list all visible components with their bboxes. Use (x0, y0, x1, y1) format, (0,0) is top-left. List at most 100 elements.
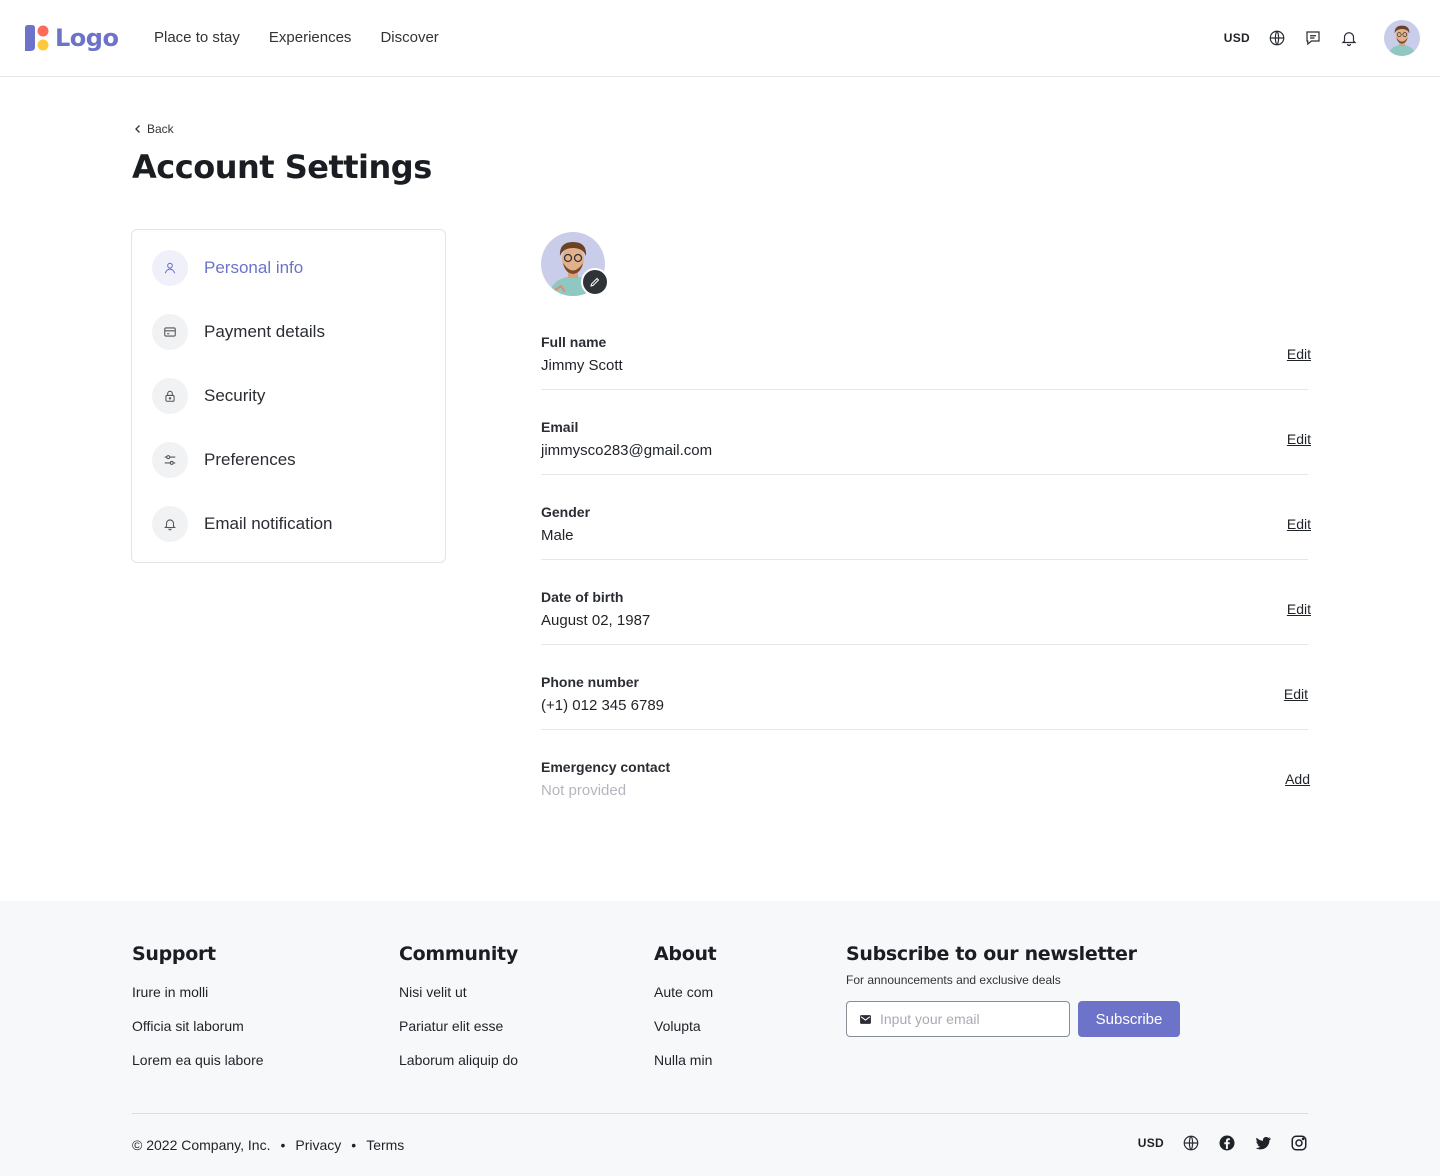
footer-link[interactable]: Nulla min (654, 1051, 716, 1069)
footer-column-title: Support (132, 943, 216, 965)
field-full-name: Full name Jimmy Scott Edit (541, 334, 1311, 419)
footer-link[interactable]: Aute com (654, 983, 716, 1001)
back-label: Back (147, 122, 174, 136)
sidebar-item-label: Payment details (204, 322, 325, 341)
edit-email-link[interactable]: Edit (1287, 431, 1311, 447)
newsletter-title: Subscribe to our newsletter (846, 943, 1137, 965)
facebook-icon[interactable] (1218, 1134, 1236, 1152)
sliders-icon (152, 442, 188, 478)
footer-link[interactable]: Nisi velit ut (399, 983, 518, 1001)
newsletter-section: Subscribe to our newsletter For announce… (846, 943, 1180, 1037)
edit-gender-link[interactable]: Edit (1287, 516, 1311, 532)
footer-social: USD (1138, 1134, 1308, 1152)
field-phone-number: Phone number (+1) 012 345 6789 Edit (541, 674, 1311, 759)
footer-link[interactable]: Officia sit laborum (132, 1017, 264, 1035)
footer-currency-selector[interactable]: USD (1138, 1136, 1164, 1150)
newsletter-email-input[interactable]: Input your email (846, 1001, 1070, 1037)
field-value: Male (541, 527, 574, 544)
instagram-icon[interactable] (1290, 1134, 1308, 1152)
field-date-of-birth: Date of birth August 02, 1987 Edit (541, 589, 1311, 674)
globe-icon[interactable] (1182, 1134, 1200, 1152)
mail-icon (860, 1014, 871, 1024)
newsletter-email-placeholder: Input your email (880, 1011, 980, 1027)
newsletter-subtitle: For announcements and exclusive deals (846, 973, 1061, 987)
user-icon (152, 250, 188, 286)
edit-date-of-birth-link[interactable]: Edit (1287, 601, 1311, 617)
newsletter-form: Input your email Subscribe (846, 1001, 1180, 1037)
sidebar-item-preferences[interactable]: Preferences (152, 442, 296, 478)
twitter-icon[interactable] (1254, 1134, 1272, 1152)
currency-selector[interactable]: USD (1224, 31, 1250, 45)
field-label: Email (541, 419, 579, 435)
nav-place-to-stay[interactable]: Place to stay (154, 29, 240, 46)
field-label: Emergency contact (541, 759, 671, 775)
footer: Support Irure in molli Officia sit labor… (0, 901, 1440, 1176)
add-emergency-contact-link[interactable]: Add (1285, 771, 1310, 787)
footer-link[interactable]: Volupta (654, 1017, 716, 1035)
field-emergency-contact: Emergency contact Not provided Add (541, 759, 1311, 844)
card-icon (152, 314, 188, 350)
chevron-left-icon (135, 125, 140, 133)
user-avatar[interactable] (1384, 20, 1420, 56)
sidebar-item-label: Personal info (204, 258, 304, 277)
field-value: August 02, 1987 (541, 612, 651, 629)
edit-full-name-link[interactable]: Edit (1287, 346, 1311, 362)
sidebar-item-label: Email notification (204, 514, 333, 533)
field-value: Not provided (541, 782, 627, 799)
sidebar-item-label: Security (204, 386, 266, 405)
divider (541, 644, 1308, 645)
field-label: Date of birth (541, 589, 624, 605)
field-email: Email jimmysco283@gmail.com Edit (541, 419, 1311, 504)
back-link[interactable]: Back (133, 122, 174, 136)
top-header: Logo Place to stay Experiences Discover … (0, 0, 1440, 77)
page-title: Account Settings (132, 148, 432, 186)
subscribe-button[interactable]: Subscribe (1078, 1001, 1180, 1037)
footer-link[interactable]: Irure in molli (132, 983, 264, 1001)
divider (541, 474, 1308, 475)
footer-column-title: Community (399, 943, 518, 965)
field-label: Full name (541, 334, 607, 350)
footer-link[interactable]: Lorem ea quis labore (132, 1051, 264, 1069)
globe-icon[interactable] (1268, 29, 1286, 47)
field-label: Gender (541, 504, 591, 520)
copyright-text: © 2022 Company, Inc. (132, 1137, 271, 1153)
terms-link[interactable]: Terms (366, 1137, 404, 1153)
lock-icon (152, 378, 188, 414)
sidebar-item-personal-info[interactable]: Personal info (152, 250, 303, 286)
separator-dot: • (280, 1137, 286, 1153)
divider (541, 729, 1308, 730)
field-value: Jimmy Scott (541, 357, 623, 374)
pencil-icon (590, 277, 600, 287)
footer-divider (132, 1113, 1308, 1114)
footer-column-about: About Aute com Volupta Nulla min (654, 943, 717, 1085)
footer-column-support: Support Irure in molli Officia sit labor… (132, 943, 264, 1085)
footer-link[interactable]: Pariatur elit esse (399, 1017, 518, 1035)
nav-discover[interactable]: Discover (380, 29, 438, 46)
logo-text: Logo (55, 24, 119, 52)
field-label: Phone number (541, 674, 640, 690)
edit-phone-number-link[interactable]: Edit (1284, 686, 1308, 702)
bell-icon (152, 506, 188, 542)
footer-legal: © 2022 Company, Inc. • Privacy • Terms (132, 1137, 404, 1153)
bell-icon[interactable] (1340, 29, 1358, 47)
nav-experiences[interactable]: Experiences (269, 29, 352, 46)
main-nav: Place to stay Experiences Discover (154, 29, 439, 46)
divider (541, 389, 1308, 390)
field-gender: Gender Male Edit (541, 504, 1311, 589)
sidebar-item-payment-details[interactable]: Payment details (152, 314, 325, 350)
message-icon[interactable] (1304, 29, 1322, 47)
privacy-link[interactable]: Privacy (295, 1137, 341, 1153)
header-actions: USD (1224, 20, 1420, 56)
sidebar-item-label: Preferences (204, 450, 296, 469)
footer-link[interactable]: Laborum aliquip do (399, 1051, 518, 1069)
settings-sidebar: Personal info Payment details Security P… (131, 229, 446, 563)
edit-photo-button[interactable] (581, 268, 609, 296)
logo[interactable]: Logo (22, 23, 119, 53)
field-value: jimmysco283@gmail.com (541, 442, 713, 459)
sidebar-item-security[interactable]: Security (152, 378, 265, 414)
footer-column-title: About (654, 943, 717, 965)
logo-mark-icon (22, 23, 52, 53)
sidebar-item-email-notification[interactable]: Email notification (152, 506, 333, 542)
separator-dot: • (351, 1137, 357, 1153)
field-value: (+1) 012 345 6789 (541, 697, 665, 714)
